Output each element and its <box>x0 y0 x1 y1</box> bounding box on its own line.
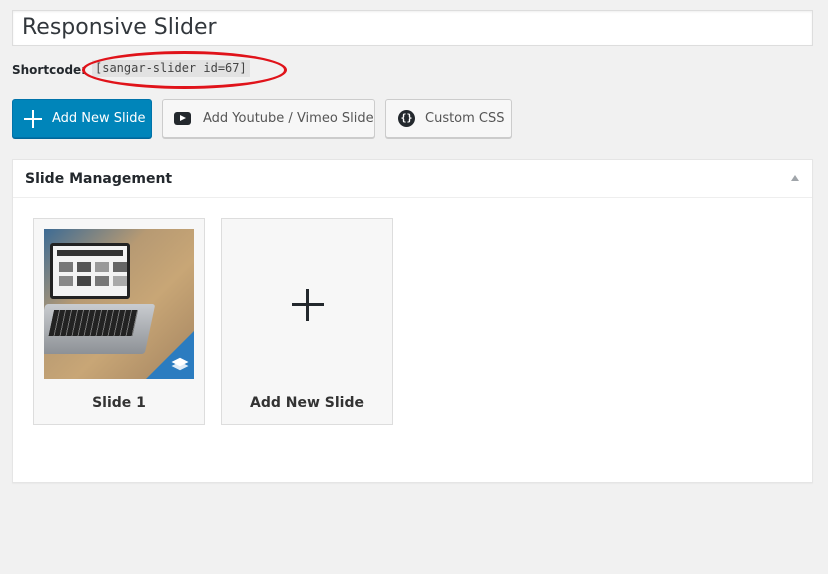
layers-icon <box>172 358 188 372</box>
add-new-slide-button[interactable]: Add New Slide <box>12 99 152 138</box>
add-video-slide-button[interactable]: Add Youtube / Vimeo Slide <box>162 99 375 138</box>
code-braces-icon: {} <box>398 110 415 127</box>
laptop-screen-image <box>50 243 130 299</box>
slide-thumbnail <box>44 229 194 379</box>
slider-title-input[interactable]: Responsive Slider <box>12 10 813 46</box>
slide-card-label: Slide 1 <box>92 395 146 411</box>
plus-icon <box>292 289 324 321</box>
shortcode-label: Shortcode: <box>12 63 86 77</box>
shortcode-highlight-annotation <box>82 51 287 89</box>
panel-header[interactable]: Slide Management <box>13 160 812 198</box>
laptop-keyboard-image <box>44 304 156 354</box>
panel-title: Slide Management <box>25 171 173 187</box>
custom-css-button-label: Custom CSS <box>425 111 505 126</box>
slide-card[interactable]: Slide 1 <box>33 218 205 425</box>
add-new-slide-card[interactable]: Add New Slide <box>221 218 393 425</box>
youtube-play-icon <box>174 112 191 125</box>
custom-css-button[interactable]: {} Custom CSS <box>385 99 512 138</box>
plus-icon <box>24 109 42 128</box>
slide-management-panel: Slide Management Slide 1 Add New Slide <box>12 159 813 483</box>
add-video-slide-button-label: Add Youtube / Vimeo Slide <box>203 111 374 126</box>
add-new-slide-card-label: Add New Slide <box>250 395 364 411</box>
triangle-up-icon[interactable] <box>791 175 799 181</box>
add-new-slide-button-label: Add New Slide <box>52 111 146 126</box>
slider-editor-page: Responsive Slider Shortcode: [sangar-sli… <box>0 0 828 574</box>
